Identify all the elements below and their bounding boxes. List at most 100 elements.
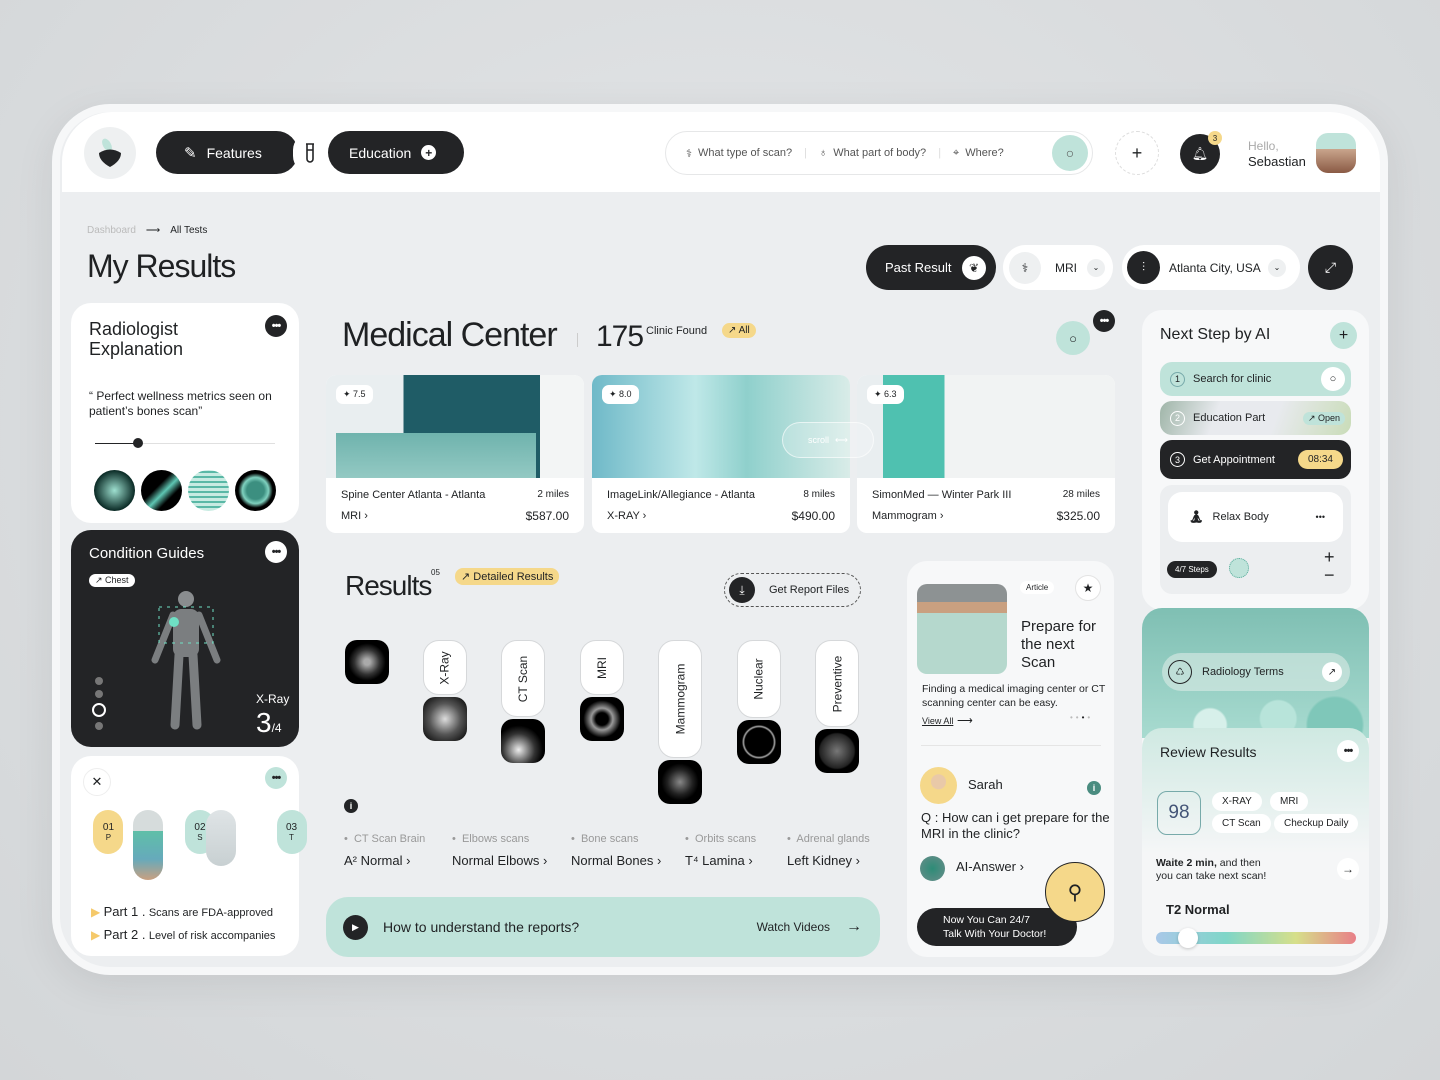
category-pill[interactable]: Nuclear bbox=[737, 640, 781, 718]
view-all-link[interactable]: View All bbox=[922, 716, 953, 726]
tag-mri[interactable]: MRI bbox=[1270, 792, 1309, 811]
step-search-clinic[interactable]: 1 Search for clinic ○ bbox=[1160, 362, 1351, 396]
finding-value[interactable]: A² Normal › bbox=[344, 853, 410, 868]
scan-type-link[interactable]: MRI › bbox=[341, 510, 368, 522]
scan-parts-card: ✕ ••• 01 P 02 S 03 T ▶ Part 1 . Scans are FDA… bbox=[71, 756, 307, 956]
watch-videos-link[interactable]: Watch Videos bbox=[757, 920, 830, 934]
scan-thumbnail[interactable] bbox=[501, 719, 545, 763]
clinic-card[interactable]: ✦ 6.3 SimonMed — Winter Park III 28 mile… bbox=[857, 375, 1115, 533]
article-description: Finding a medical imaging center or CT s… bbox=[922, 683, 1106, 709]
play-icon[interactable]: ▶ bbox=[343, 914, 368, 940]
scan-thumbnail[interactable] bbox=[423, 697, 467, 741]
level-slider[interactable] bbox=[1156, 928, 1356, 948]
location-pin-icon: ⌖ bbox=[953, 146, 960, 159]
results-count: 05 bbox=[431, 568, 440, 577]
page-title: My Results bbox=[87, 248, 236, 284]
avatar[interactable] bbox=[1316, 133, 1356, 173]
elbow-scan-thumbnail[interactable] bbox=[141, 470, 182, 511]
category-pill[interactable]: X-Ray bbox=[423, 640, 467, 695]
tag-xray[interactable]: X-RAY bbox=[1212, 792, 1262, 811]
location-filter-select[interactable]: ⫶ Atlanta City, USA ⌄ bbox=[1122, 245, 1300, 290]
tag-checkup-daily[interactable]: Checkup Daily bbox=[1274, 814, 1359, 833]
carousel-dots[interactable]: •••• bbox=[1070, 713, 1093, 722]
category-pill[interactable]: CT Scan bbox=[501, 640, 545, 717]
brain-scan-thumbnail[interactable] bbox=[235, 470, 276, 511]
chest-tag[interactable]: ↗ Chest bbox=[89, 574, 135, 587]
greeting: Hello, bbox=[1248, 139, 1279, 153]
test-tube-button[interactable] bbox=[293, 133, 327, 173]
expand-button[interactable]: ⤢ bbox=[1308, 245, 1353, 290]
where-input[interactable]: Where? bbox=[965, 147, 1004, 159]
score-box: 98 bbox=[1157, 791, 1201, 835]
more-icon[interactable]: ••• bbox=[265, 315, 287, 337]
scroll-hint[interactable]: scroll ⟷ bbox=[782, 422, 874, 458]
close-icon: ✕ bbox=[91, 774, 103, 789]
scan-thumbnail[interactable] bbox=[737, 720, 781, 764]
category-pill[interactable]: Mammogram bbox=[658, 640, 702, 758]
detailed-results-link[interactable]: ↗ Detailed Results bbox=[455, 568, 560, 585]
clinic-search-button[interactable]: ○ bbox=[1056, 321, 1090, 355]
info-icon[interactable]: i bbox=[1087, 781, 1101, 795]
more-icon[interactable]: ••• bbox=[265, 767, 287, 789]
body-part-input[interactable]: What part of body? bbox=[833, 147, 926, 159]
scan-filter-select[interactable]: ⚕ MRI ⌄ bbox=[1003, 245, 1113, 290]
breadcrumb-dashboard[interactable]: Dashboard bbox=[87, 225, 136, 236]
past-result-button[interactable]: Past Result ❦ bbox=[866, 245, 996, 290]
more-icon[interactable]: ••• bbox=[265, 541, 287, 563]
step-appointment[interactable]: 3 Get Appointment 08:34 bbox=[1160, 440, 1351, 479]
scan-thumbnail[interactable] bbox=[658, 760, 702, 804]
arrows-horizontal-icon: ⟷ bbox=[835, 434, 848, 445]
more-icon[interactable]: ••• bbox=[1093, 310, 1115, 332]
stethoscope-button[interactable]: ⚲ bbox=[1045, 862, 1105, 922]
finding-value[interactable]: T⁴ Lamina › bbox=[685, 853, 753, 868]
logo[interactable] bbox=[84, 127, 136, 179]
video-banner[interactable]: ▶ How to understand the reports? Watch V… bbox=[326, 897, 880, 957]
article-tag: Article bbox=[1020, 581, 1055, 594]
step-item[interactable]: 01 P bbox=[93, 810, 124, 854]
parts-list: ▶ Part 1 . Scans are FDA-approved ▶ Part… bbox=[91, 901, 275, 947]
scan-thumbnail[interactable] bbox=[345, 640, 389, 684]
add-button[interactable]: + bbox=[1115, 131, 1159, 175]
category-pill[interactable]: Preventive bbox=[815, 640, 859, 727]
step-item[interactable]: 03 T bbox=[276, 810, 307, 854]
scan-thumbnail[interactable] bbox=[815, 729, 859, 773]
more-icon[interactable]: ••• bbox=[1316, 512, 1325, 522]
all-clinics-link[interactable]: ↗ All bbox=[722, 323, 756, 338]
finding-value[interactable]: Normal Elbows › bbox=[452, 853, 547, 868]
expand-icon: ⤢ bbox=[1324, 259, 1337, 275]
plus-icon: + bbox=[1131, 142, 1143, 163]
finding-value[interactable]: Left Kidney › bbox=[787, 853, 860, 868]
divider bbox=[921, 745, 1101, 746]
next-button[interactable]: → bbox=[1337, 858, 1359, 880]
ai-answer-link[interactable]: AI-Answer › bbox=[956, 859, 1024, 874]
scan-type-input[interactable]: What type of scan? bbox=[698, 147, 792, 159]
more-icon[interactable]: ••• bbox=[1337, 740, 1359, 762]
scan-thumbnail[interactable] bbox=[580, 697, 624, 741]
tag-ct-scan[interactable]: CT Scan bbox=[1212, 814, 1271, 833]
add-step-button[interactable]: + bbox=[1330, 322, 1357, 349]
scan-type-label: X-Ray bbox=[256, 692, 290, 706]
clinic-card[interactable]: ✦ 7.5 Spine Center Atlanta - Atlanta 2 m… bbox=[326, 375, 584, 533]
category-pill[interactable]: MRI bbox=[580, 640, 624, 695]
favorite-button[interactable]: ★ bbox=[1075, 575, 1101, 601]
finding-value[interactable]: Normal Bones › bbox=[571, 853, 661, 868]
scan-type-link[interactable]: Mammogram › bbox=[872, 510, 944, 522]
step-education[interactable]: 2 Education Part ↗ Open bbox=[1160, 401, 1351, 435]
close-button[interactable]: ✕ bbox=[83, 768, 111, 796]
search-button[interactable]: ○ bbox=[1052, 135, 1088, 171]
info-icon[interactable]: i bbox=[344, 799, 358, 813]
relax-body-item[interactable]: 🧘︎ Relax Body ••• bbox=[1168, 492, 1343, 542]
chest-scan-thumbnail[interactable] bbox=[188, 470, 229, 511]
radiology-terms-link[interactable]: ♺ Radiology Terms ↗ bbox=[1162, 653, 1350, 691]
nav-education[interactable]: Education + bbox=[328, 131, 464, 174]
get-report-files-button[interactable]: ⤓ Get Report Files bbox=[724, 573, 861, 607]
clinic-name: Spine Center Atlanta - Atlanta bbox=[341, 489, 486, 501]
slide-indicator[interactable] bbox=[92, 677, 106, 730]
sliders-icon: ⫶ bbox=[1127, 251, 1160, 284]
scan-type-link[interactable]: X-RAY › bbox=[607, 510, 646, 522]
knee-scan-thumbnail[interactable] bbox=[94, 470, 135, 511]
zoom-controls[interactable]: + − bbox=[1324, 548, 1335, 584]
talk-to-doctor-banner[interactable]: Now You Can 24/7 Talk With Your Doctor! bbox=[917, 908, 1077, 946]
progress-slider[interactable] bbox=[95, 438, 275, 448]
nav-features[interactable]: ✎ Features bbox=[156, 131, 298, 174]
